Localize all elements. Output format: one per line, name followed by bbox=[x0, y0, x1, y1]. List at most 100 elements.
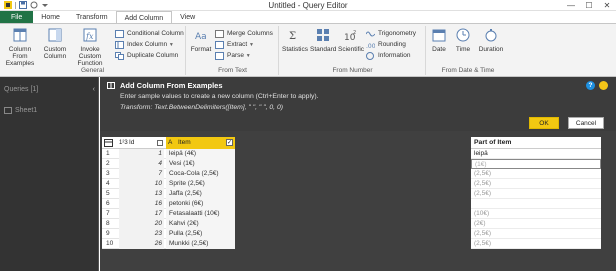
cell-item[interactable]: Fetasalaatti (10€) bbox=[166, 209, 235, 219]
conditional-column-label: Conditional Column bbox=[127, 30, 184, 37]
table-row[interactable]: 2 4 Vesi (1€) bbox=[102, 159, 235, 169]
close-button[interactable]: ✕ bbox=[598, 0, 616, 10]
table-row[interactable]: 10 26 Munkki (2,5€) bbox=[102, 239, 235, 249]
maximize-button[interactable]: ☐ bbox=[580, 0, 598, 10]
index-column-button[interactable]: Index Column ▼ bbox=[115, 40, 174, 50]
transform-formula: Transform: Text.BetweenDelimiters([Item]… bbox=[120, 104, 284, 111]
rounding-button[interactable]: .00 Rounding bbox=[366, 40, 406, 50]
parse-label: Parse bbox=[227, 52, 244, 59]
number-type-icon[interactable]: 1²3 bbox=[119, 137, 128, 149]
smile-feedback-icon[interactable] bbox=[599, 81, 608, 90]
example-cell[interactable]: leipä bbox=[471, 149, 601, 159]
svg-text:2: 2 bbox=[353, 30, 356, 36]
merge-columns-icon bbox=[215, 30, 224, 38]
parse-icon bbox=[215, 52, 224, 60]
collapse-chevron-icon[interactable]: ‹ bbox=[93, 86, 95, 93]
cell-id[interactable]: 1 bbox=[119, 149, 164, 159]
cell-id[interactable]: 4 bbox=[119, 159, 164, 169]
query-item[interactable]: Sheet1 bbox=[3, 105, 93, 116]
example-cell[interactable]: (2,5€) bbox=[471, 229, 601, 239]
cell-id[interactable]: 10 bbox=[119, 179, 164, 189]
column-select-checkbox[interactable] bbox=[157, 140, 163, 146]
row-number: 5 bbox=[106, 190, 110, 197]
cell-item[interactable]: Sprite (2,5€) bbox=[166, 179, 235, 189]
ok-button[interactable]: OK bbox=[529, 117, 559, 129]
scientific-button[interactable]: 10 2 Scientific bbox=[338, 28, 364, 53]
table-row[interactable]: 8 20 Kahvi (2€) bbox=[102, 219, 235, 229]
group-from-number: Σ Statistics Standard 10 2 Scientific Tri… bbox=[280, 26, 426, 75]
cell-id[interactable]: 26 bbox=[119, 239, 164, 249]
cell-id[interactable]: 16 bbox=[119, 199, 164, 209]
example-cell[interactable]: (2,5€) bbox=[471, 239, 601, 249]
example-cell[interactable]: (2€) bbox=[471, 219, 601, 229]
time-button[interactable]: Time bbox=[453, 28, 473, 53]
example-cell[interactable] bbox=[471, 199, 601, 209]
cell-item[interactable]: Munkki (2,5€) bbox=[166, 239, 235, 249]
chevron-down-icon: ▼ bbox=[245, 53, 251, 59]
example-cell[interactable]: (2,5€) bbox=[471, 179, 601, 189]
cell-item[interactable]: Jaffa (2,5€) bbox=[166, 189, 235, 199]
column-select-checkbox-checked[interactable]: ✓ bbox=[226, 139, 233, 146]
table-row[interactable]: 9 23 Pulla (2,5€) bbox=[102, 229, 235, 239]
cancel-button[interactable]: Cancel bbox=[568, 117, 604, 129]
cell-item[interactable]: Pulla (2,5€) bbox=[166, 229, 235, 239]
invoke-custom-function-button[interactable]: fx Invoke Custom Function bbox=[70, 28, 110, 67]
duplicate-column-button[interactable]: Duplicate Column bbox=[115, 51, 178, 61]
group-from-date-time: Date Time Duration From Date & Time bbox=[427, 26, 509, 75]
format-button[interactable]: Aa Format bbox=[189, 28, 213, 53]
example-cell[interactable]: (2,5€) bbox=[471, 189, 601, 199]
extract-button[interactable]: Extract ▼ bbox=[215, 40, 254, 50]
cell-id[interactable]: 13 bbox=[119, 189, 164, 199]
table-row[interactable]: 3 7 Coca-Cola (2,5€) bbox=[102, 169, 235, 179]
group-from-number-label: From Number bbox=[332, 67, 373, 74]
standard-button[interactable]: Standard bbox=[310, 28, 336, 53]
table-menu-icon[interactable] bbox=[104, 139, 113, 147]
duration-button[interactable]: Duration bbox=[477, 28, 505, 53]
example-column-header[interactable]: Part of Item bbox=[471, 137, 601, 149]
example-cell[interactable]: (1€) bbox=[471, 159, 601, 169]
table-row[interactable]: 4 10 Sprite (2,5€) bbox=[102, 179, 235, 189]
trigonometry-button[interactable]: Trigonometry bbox=[366, 29, 416, 39]
row-number: 9 bbox=[106, 230, 110, 237]
date-button[interactable]: Date bbox=[429, 28, 449, 53]
custom-column-button[interactable]: Custom Column bbox=[42, 28, 68, 60]
svg-text:.00: .00 bbox=[366, 43, 375, 49]
cell-item[interactable]: Kahvi (2€) bbox=[166, 219, 235, 229]
cell-item[interactable]: Coca-Cola (2,5€) bbox=[166, 169, 235, 179]
cell-id[interactable]: 23 bbox=[119, 229, 164, 239]
minimize-button[interactable]: — bbox=[562, 0, 580, 10]
table-row[interactable]: 7 17 Fetasalaatti (10€) bbox=[102, 209, 235, 219]
table-row[interactable]: 6 16 petonki (6€) bbox=[102, 199, 235, 209]
row-number: 7 bbox=[106, 210, 110, 217]
information-button[interactable]: Information bbox=[366, 51, 411, 61]
example-cell[interactable]: (2,5€) bbox=[471, 169, 601, 179]
statistics-button[interactable]: Σ Statistics bbox=[282, 28, 308, 53]
main-area: Add Column From Examples Enter sample va… bbox=[100, 77, 616, 271]
parse-button[interactable]: Parse ▼ bbox=[215, 51, 251, 61]
duration-label: Duration bbox=[478, 46, 504, 53]
cell-id[interactable]: 7 bbox=[119, 169, 164, 179]
cell-id[interactable]: 20 bbox=[119, 219, 164, 229]
queries-header: Queries [1] ‹ bbox=[4, 86, 96, 93]
data-grid: 1²3 Id A Item ✓ 1 1 leipä (4€) 2 4 Vesi (1€) 3… bbox=[102, 137, 235, 249]
help-icon[interactable]: ? bbox=[586, 81, 595, 90]
queries-pane: Queries [1] ‹ Sheet1 bbox=[0, 77, 99, 271]
text-type-icon[interactable]: A bbox=[168, 137, 172, 149]
table-row[interactable]: 1 1 leipä (4€) bbox=[102, 149, 235, 159]
cell-item[interactable]: leipä (4€) bbox=[166, 149, 235, 159]
title-bar: Untitled - Query Editor — ☐ ✕ bbox=[0, 0, 616, 11]
chevron-down-icon: ▼ bbox=[168, 42, 174, 48]
ribbon: Column From Examples Custom Column fx In… bbox=[0, 24, 616, 77]
standard-label: Standard bbox=[310, 46, 337, 53]
column-header-item[interactable]: A Item ✓ bbox=[166, 137, 235, 149]
table-row[interactable]: 5 13 Jaffa (2,5€) bbox=[102, 189, 235, 199]
merge-columns-button[interactable]: Merge Columns bbox=[215, 29, 273, 39]
example-cell[interactable]: (10€) bbox=[471, 209, 601, 219]
conditional-column-button[interactable]: Conditional Column bbox=[115, 29, 184, 39]
cell-item[interactable]: petonki (6€) bbox=[166, 199, 235, 209]
cell-id[interactable]: 17 bbox=[119, 209, 164, 219]
format-icon: Aa bbox=[195, 32, 207, 42]
column-from-examples-button[interactable]: Column From Examples bbox=[2, 28, 38, 67]
cell-item[interactable]: Vesi (1€) bbox=[166, 159, 235, 169]
column-header-id[interactable]: 1²3 Id bbox=[119, 137, 165, 149]
